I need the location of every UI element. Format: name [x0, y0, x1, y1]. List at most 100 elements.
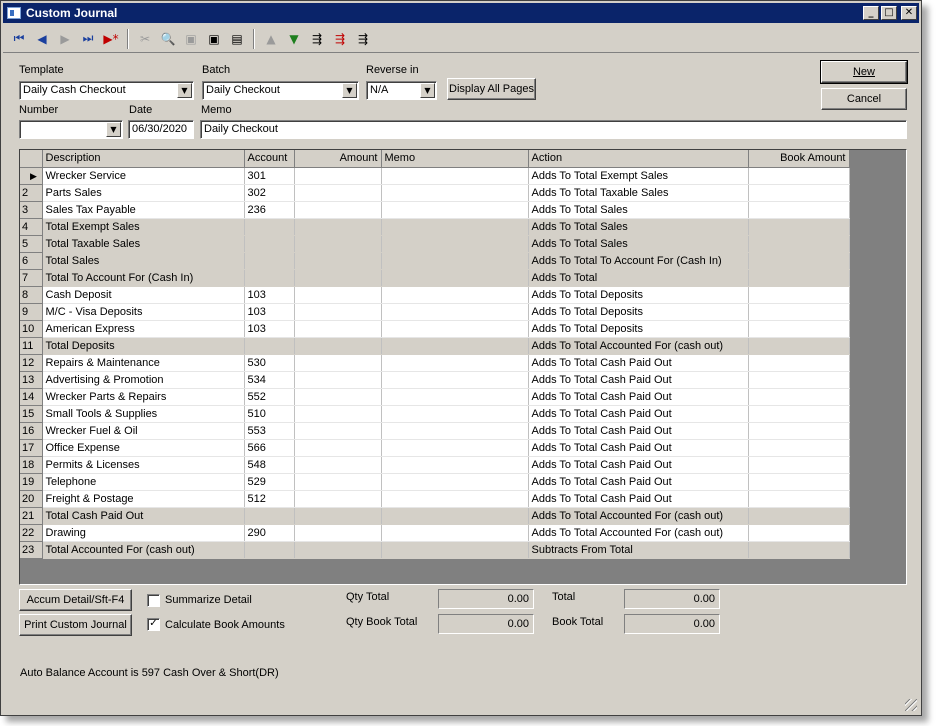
- cell-description[interactable]: Total Exempt Sales: [42, 218, 245, 236]
- cell-amount[interactable]: [294, 320, 382, 338]
- table-row[interactable]: 11 Total Deposits Adds To Total Accounted …: [20, 337, 850, 355]
- row-header[interactable]: 15: [20, 405, 43, 423]
- row-header[interactable]: 23: [20, 541, 43, 559]
- column-header-description[interactable]: Description: [42, 150, 245, 168]
- cell-account[interactable]: [244, 337, 295, 355]
- cell-memo[interactable]: [381, 422, 529, 440]
- cell-action[interactable]: Adds To Total Cash Paid Out: [528, 388, 749, 406]
- first-record-icon[interactable]: ⏮: [9, 29, 29, 49]
- previous-record-icon[interactable]: ◀: [32, 29, 52, 49]
- cell-action[interactable]: Adds To Total Deposits: [528, 303, 749, 321]
- cell-memo[interactable]: [381, 235, 529, 253]
- row-header[interactable]: 18: [20, 456, 43, 474]
- cell-book-amount[interactable]: [748, 490, 850, 508]
- reverse-in-select[interactable]: N/A ▼: [366, 81, 437, 100]
- cell-account[interactable]: 529: [244, 473, 295, 491]
- cell-book-amount[interactable]: [748, 439, 850, 457]
- row-header[interactable]: 3: [20, 201, 43, 219]
- cell-amount[interactable]: [294, 167, 382, 185]
- cell-account[interactable]: 552: [244, 388, 295, 406]
- cell-description[interactable]: American Express: [42, 320, 245, 338]
- display-all-pages-button[interactable]: Display All Pages: [447, 78, 536, 100]
- cut-icon[interactable]: ✂: [135, 29, 155, 49]
- cell-amount[interactable]: [294, 473, 382, 491]
- cell-description[interactable]: Office Expense: [42, 439, 245, 457]
- cell-book-amount[interactable]: [748, 473, 850, 491]
- row-header[interactable]: 10: [20, 320, 43, 338]
- cell-book-amount[interactable]: [748, 354, 850, 372]
- table-row[interactable]: 15 Small Tools & Supplies 510 Adds To Total…: [20, 405, 850, 423]
- cell-description[interactable]: Total Deposits: [42, 337, 245, 355]
- cell-account[interactable]: 301: [244, 167, 295, 185]
- table-row[interactable]: 19 Telephone 529 Adds To Total Cash Paid Ou…: [20, 473, 850, 491]
- cell-memo[interactable]: [381, 507, 529, 525]
- table-row[interactable]: 8 Cash Deposit 103 Adds To Total Deposits: [20, 286, 850, 304]
- cell-memo[interactable]: [381, 456, 529, 474]
- row-header[interactable]: 19: [20, 473, 43, 491]
- cell-amount[interactable]: [294, 439, 382, 457]
- cell-memo[interactable]: [381, 303, 529, 321]
- table-row[interactable]: 13 Advertising & Promotion 534 Adds To Tota…: [20, 371, 850, 389]
- cell-memo[interactable]: [381, 473, 529, 491]
- cell-action[interactable]: Adds To Total Cash Paid Out: [528, 405, 749, 423]
- cell-memo[interactable]: [381, 490, 529, 508]
- cell-description[interactable]: Total Sales: [42, 252, 245, 270]
- cell-memo[interactable]: [381, 354, 529, 372]
- cell-book-amount[interactable]: [748, 524, 850, 542]
- cell-account[interactable]: [244, 269, 295, 287]
- cell-action[interactable]: Adds To Total Deposits: [528, 320, 749, 338]
- cell-amount[interactable]: [294, 303, 382, 321]
- table-row[interactable]: 21 Total Cash Paid Out Adds To Total Accou…: [20, 507, 850, 525]
- table-row[interactable]: 5 Total Taxable Sales Adds To Total Sales: [20, 235, 850, 253]
- cell-action[interactable]: Adds To Total Taxable Sales: [528, 184, 749, 202]
- cell-action[interactable]: Adds To Total Cash Paid Out: [528, 473, 749, 491]
- cell-action[interactable]: Adds To Total: [528, 269, 749, 287]
- table-row[interactable]: 16 Wrecker Fuel & Oil 553 Adds To Total Cas…: [20, 422, 850, 440]
- cell-amount[interactable]: [294, 541, 382, 559]
- move-down-icon[interactable]: ▼: [284, 29, 304, 49]
- cell-action[interactable]: Adds To Total Sales: [528, 218, 749, 236]
- cell-memo[interactable]: [381, 320, 529, 338]
- cell-amount[interactable]: [294, 422, 382, 440]
- column-header-action[interactable]: Action: [528, 150, 749, 168]
- cell-amount[interactable]: [294, 490, 382, 508]
- cell-description[interactable]: Total Cash Paid Out: [42, 507, 245, 525]
- cell-account[interactable]: 236: [244, 201, 295, 219]
- minimize-button[interactable]: _: [863, 6, 879, 20]
- chevron-down-icon[interactable]: ▼: [342, 83, 357, 98]
- cell-action[interactable]: Adds To Total To Account For (Cash In): [528, 252, 749, 270]
- cell-action[interactable]: Adds To Total Accounted For (cash out): [528, 337, 749, 355]
- cell-account[interactable]: 103: [244, 303, 295, 321]
- cell-memo[interactable]: [381, 201, 529, 219]
- row-header[interactable]: 21: [20, 507, 43, 525]
- cell-memo[interactable]: [381, 388, 529, 406]
- cell-description[interactable]: Sales Tax Payable: [42, 201, 245, 219]
- cell-action[interactable]: Adds To Total Deposits: [528, 286, 749, 304]
- cell-description[interactable]: Repairs & Maintenance: [42, 354, 245, 372]
- cell-account[interactable]: [244, 541, 295, 559]
- column-header-account[interactable]: Account: [244, 150, 295, 168]
- row-header[interactable]: 4: [20, 218, 43, 236]
- cell-action[interactable]: Adds To Total Sales: [528, 201, 749, 219]
- cell-memo[interactable]: [381, 541, 529, 559]
- cell-memo[interactable]: [381, 371, 529, 389]
- column-header-amount[interactable]: Amount: [294, 150, 382, 168]
- cell-memo[interactable]: [381, 252, 529, 270]
- calculate-book-amounts-checkbox[interactable]: ✓: [147, 618, 160, 631]
- cell-memo[interactable]: [381, 524, 529, 542]
- save-icon[interactable]: ▣: [181, 29, 201, 49]
- cell-account[interactable]: [244, 235, 295, 253]
- table-row[interactable]: 14 Wrecker Parts & Repairs 552 Adds To Tota…: [20, 388, 850, 406]
- cell-description[interactable]: Advertising & Promotion: [42, 371, 245, 389]
- number-select[interactable]: ▼: [19, 120, 123, 139]
- table-row[interactable]: ▶ Wrecker Service 301 Adds To Total Exempt …: [20, 167, 850, 185]
- cell-description[interactable]: Wrecker Parts & Repairs: [42, 388, 245, 406]
- cell-amount[interactable]: [294, 269, 382, 287]
- cell-account[interactable]: 512: [244, 490, 295, 508]
- cell-action[interactable]: Adds To Total Sales: [528, 235, 749, 253]
- resize-grip-icon[interactable]: [905, 699, 917, 711]
- cell-account[interactable]: 510: [244, 405, 295, 423]
- cell-action[interactable]: Adds To Total Cash Paid Out: [528, 456, 749, 474]
- cell-book-amount[interactable]: [748, 303, 850, 321]
- cell-action[interactable]: Adds To Total Cash Paid Out: [528, 439, 749, 457]
